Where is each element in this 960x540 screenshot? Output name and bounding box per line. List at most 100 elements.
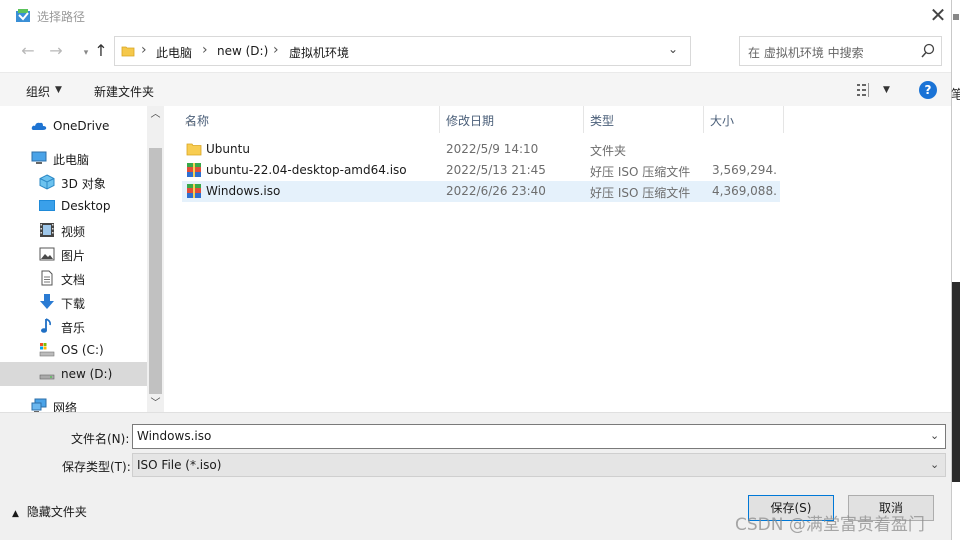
background-window-panel <box>952 282 960 482</box>
column-header-date[interactable]: 修改日期 <box>440 106 584 133</box>
sidebar-item-onedrive[interactable]: OneDrive <box>0 114 147 138</box>
chevron-down-icon[interactable]: ⌄ <box>930 429 939 442</box>
sidebar-item-documents[interactable]: 文档 <box>0 266 147 290</box>
back-button[interactable]: ← <box>18 41 38 61</box>
sidebar-item-pictures[interactable]: 图片 <box>0 242 147 266</box>
up-button[interactable]: ↑ <box>91 41 111 61</box>
column-header-name[interactable]: 名称 ︿ <box>179 106 440 133</box>
column-header-size[interactable]: 大小 <box>704 106 784 133</box>
close-button[interactable]: ✕ <box>926 4 950 28</box>
save-dialog: 选择路径 ✕ ← → ▾ ↑ › 此电脑 › new (D:) › 虚拟机环境 … <box>0 0 952 540</box>
search-box[interactable]: 在 虚拟机环境 中搜索 <box>739 36 942 66</box>
column-header-label: 类型 <box>590 114 615 128</box>
file-name: Ubuntu <box>206 142 250 156</box>
address-bar[interactable]: › 此电脑 › new (D:) › 虚拟机环境 ⌄ ↻ <box>114 36 798 66</box>
title-bar: 选择路径 ✕ <box>0 0 951 32</box>
file-name: ubuntu-22.04-desktop-amd64.iso <box>206 163 407 177</box>
search-icon <box>921 43 935 58</box>
filetype-value: ISO File (*.iso) <box>137 458 222 472</box>
filetype-label: 保存类型(T): <box>62 460 131 474</box>
sidebar-item-3d-objects[interactable]: 3D 对象 <box>0 170 147 194</box>
file-row[interactable]: Ubuntu 2022/5/9 14:10 文件夹 <box>182 139 780 160</box>
background-window-text: 笔 <box>951 88 960 103</box>
downloads-icon <box>40 294 54 309</box>
sidebar-item-drive-c[interactable]: OS (C:) <box>0 338 147 362</box>
documents-icon <box>41 270 53 286</box>
file-name: Windows.iso <box>206 184 281 198</box>
file-type: 好压 ISO 压缩文件 <box>590 186 691 200</box>
filename-value: Windows.iso <box>137 429 212 443</box>
file-date: 2022/5/9 14:10 <box>446 142 539 156</box>
sidebar-item-drive-d[interactable]: new (D:) <box>0 362 147 386</box>
sidebar-item-label: new (D:) <box>61 367 113 381</box>
folder-icon <box>186 143 202 156</box>
file-type: 好压 ISO 压缩文件 <box>590 165 691 179</box>
forward-button[interactable]: → <box>46 41 66 61</box>
sidebar-item-label: 此电脑 <box>53 153 90 167</box>
column-header-type[interactable]: 类型 <box>584 106 704 133</box>
search-placeholder: 在 虚拟机环境 中搜索 <box>748 46 864 60</box>
view-options-icon[interactable] <box>857 83 875 97</box>
scroll-up-icon[interactable]: ︿ <box>147 106 164 123</box>
watermark: CSDN @满堂富贵着盈门 <box>735 515 925 535</box>
file-row[interactable]: Windows.iso 2022/6/26 23:40 好压 ISO 压缩文件 … <box>182 181 780 202</box>
pictures-icon <box>39 247 55 261</box>
sidebar-item-label: OneDrive <box>53 119 110 133</box>
sidebar-item-this-pc[interactable]: 此电脑 <box>0 146 147 170</box>
sidebar-item-music[interactable]: 音乐 <box>0 314 147 338</box>
app-icon <box>16 9 30 22</box>
file-date: 2022/5/13 21:45 <box>446 163 546 177</box>
breadcrumb-separator: › <box>273 42 279 58</box>
3d-objects-icon <box>39 174 55 190</box>
navigation-scrollbar[interactable]: ︿ ﹀ <box>147 106 164 412</box>
sidebar-item-videos[interactable]: 视频 <box>0 218 147 242</box>
address-history-dropdown[interactable]: ⌄ <box>668 42 678 56</box>
sort-ascending-icon: ︿ <box>185 116 195 127</box>
onedrive-icon <box>31 122 47 130</box>
background-window-icon <box>953 14 959 20</box>
file-size: 4,369,088... <box>712 184 778 198</box>
sidebar-item-label: 图片 <box>61 249 86 263</box>
desktop-icon <box>39 200 55 211</box>
filename-input[interactable]: Windows.iso ⌄ <box>132 424 946 449</box>
help-icon[interactable]: ? <box>919 81 937 99</box>
scroll-down-icon[interactable]: ﹀ <box>147 395 164 412</box>
window-title: 选择路径 <box>37 10 86 24</box>
filename-label: 文件名(N): <box>71 432 130 446</box>
sidebar-item-label: 音乐 <box>61 321 86 335</box>
sidebar-item-label: 视频 <box>61 225 86 239</box>
file-size: 3,569,294... <box>712 163 778 177</box>
navigation-pane: OneDrive 此电脑 3D 对象 Desktop 视频 图片 文档 下载 音… <box>0 106 164 415</box>
sidebar-item-label: Desktop <box>61 199 111 213</box>
filetype-select[interactable]: ISO File (*.iso) ⌄ <box>132 453 946 477</box>
navigation-bar: ← → ▾ ↑ › 此电脑 › new (D:) › 虚拟机环境 ⌄ ↻ 在 虚… <box>0 34 951 68</box>
file-row[interactable]: ubuntu-22.04-desktop-amd64.iso 2022/5/13… <box>182 160 780 181</box>
view-dropdown-icon[interactable]: ▼ <box>883 85 890 95</box>
chevron-down-icon: ▼ <box>55 85 62 95</box>
organize-button[interactable]: 组织 <box>26 83 50 100</box>
file-list: 名称 ︿ 修改日期 类型 大小 Ubuntu 2022/5/9 14:10 文件… <box>165 106 951 412</box>
hide-folders-label: 隐藏文件夹 <box>26 505 87 519</box>
computer-icon <box>31 151 47 164</box>
sidebar-item-label: 下载 <box>61 297 86 311</box>
breadcrumb-this-pc[interactable]: 此电脑 <box>156 44 192 61</box>
sidebar-item-downloads[interactable]: 下载 <box>0 290 147 314</box>
sidebar-item-label: 3D 对象 <box>61 177 106 191</box>
videos-icon <box>40 223 54 237</box>
sidebar-item-label: OS (C:) <box>61 343 104 357</box>
archive-icon <box>187 163 201 177</box>
chevron-up-icon: ▲ <box>12 509 19 519</box>
breadcrumb-separator: › <box>141 42 147 58</box>
music-icon <box>41 318 51 333</box>
new-folder-button[interactable]: 新建文件夹 <box>94 83 154 100</box>
breadcrumb-vm-env[interactable]: 虚拟机环境 <box>289 44 349 61</box>
command-bar: 组织 ▼ 新建文件夹 ▼ ? <box>0 72 951 106</box>
chevron-down-icon[interactable]: ⌄ <box>930 458 939 471</box>
drive-c-icon <box>39 343 55 357</box>
scrollbar-thumb[interactable] <box>149 148 162 394</box>
column-header-label: 修改日期 <box>446 114 495 128</box>
breadcrumb-drive-d[interactable]: new (D:) <box>217 44 268 58</box>
folder-icon <box>121 46 135 57</box>
sidebar-item-desktop[interactable]: Desktop <box>0 194 147 218</box>
hide-folders-toggle[interactable]: ▲ 隐藏文件夹 <box>12 503 87 520</box>
